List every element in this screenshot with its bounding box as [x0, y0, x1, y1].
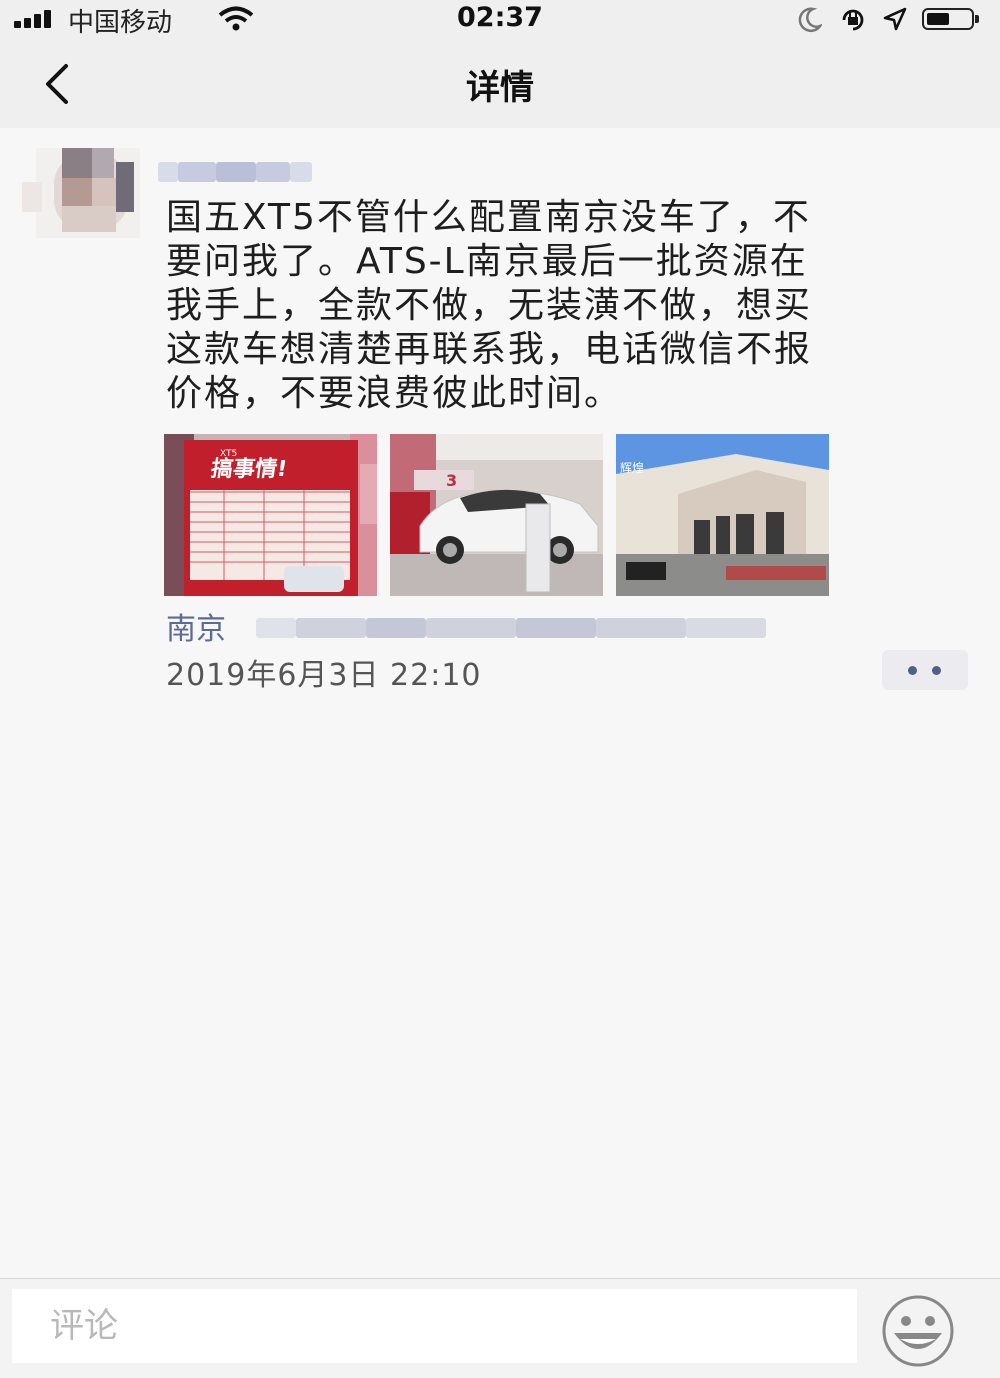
photo-showroom-car[interactable]: 3 [390, 434, 603, 596]
do-not-disturb-icon [796, 6, 824, 38]
smiley-face-icon [882, 1295, 954, 1367]
post-text-line: 这款车想清楚再联系我，电话微信不报 [166, 329, 813, 370]
photo-price-poster[interactable]: XT5 搞事情! [164, 434, 377, 596]
comment-bar [0, 1278, 1000, 1378]
more-actions-button[interactable] [882, 650, 968, 690]
photo-dealership-building[interactable]: 辉煌 [616, 434, 829, 596]
username-blurred[interactable] [158, 150, 314, 194]
post-text-line: 国五XT5不管什么配置南京没车了，不 [166, 197, 811, 238]
post-text-line: 我手上，全款不做，无装潢不做，想买 [166, 285, 813, 326]
location-label: 南京 [166, 612, 226, 647]
location-detail-blurred [256, 618, 796, 640]
post-timestamp: 2019年6月3日 22:10 [166, 658, 482, 693]
photo-overlay-headline: 搞事情! [209, 456, 289, 482]
location-arrow-icon [882, 6, 908, 36]
photo-overlay-text: 3 [446, 471, 457, 490]
battery-icon [922, 8, 979, 30]
comment-input[interactable] [12, 1289, 857, 1363]
status-bar: 中国移动 02:37 [0, 0, 1000, 40]
post-text-line: 要问我了。ATS-L南京最后一批资源在 [166, 241, 808, 282]
emoji-button[interactable] [880, 1295, 956, 1371]
photo-overlay-text: 辉煌 [620, 461, 644, 475]
post-content: 国五XT5不管什么配置南京没车了，不 要问我了。ATS-L南京最后一批资源在 我… [166, 196, 966, 416]
post-location[interactable]: 南京 [166, 604, 766, 648]
post-text-line: 价格，不要浪费彼此时间。 [166, 373, 623, 414]
page-title: 详情 [466, 68, 534, 108]
avatar[interactable] [22, 148, 140, 238]
navigation-bar: 详情 [0, 40, 1000, 128]
rotation-lock-icon [838, 6, 868, 38]
